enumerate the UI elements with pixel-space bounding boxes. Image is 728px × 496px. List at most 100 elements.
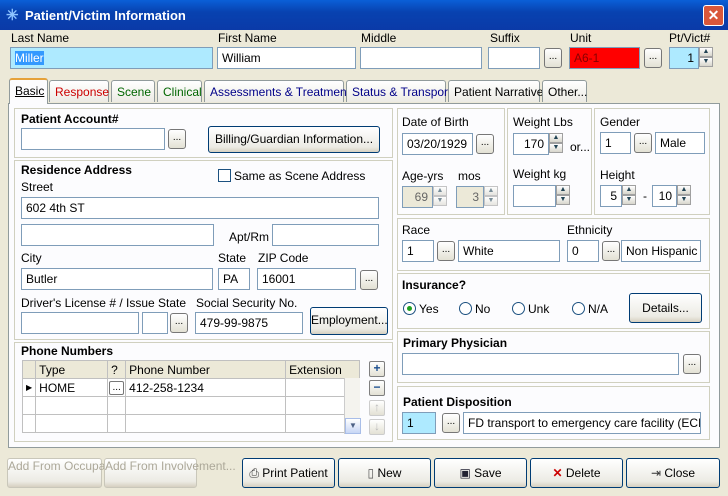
- spin-up-icon[interactable]: ▲: [556, 185, 570, 195]
- gender-lookup-button[interactable]: ...: [634, 133, 652, 153]
- height-feet-input[interactable]: 5: [600, 185, 622, 207]
- state-input[interactable]: PA: [218, 268, 250, 290]
- tab-status-transport[interactable]: Status & Transport: [346, 80, 451, 102]
- spin-down-icon[interactable]: ▼: [677, 195, 691, 205]
- disposition-value-input[interactable]: FD transport to emergency care facility …: [463, 412, 701, 434]
- ssn-input[interactable]: 479-99-9875: [195, 312, 303, 334]
- age-years-input[interactable]: 69: [402, 186, 433, 208]
- tab-patient-narrative[interactable]: Patient Narrative: [448, 80, 543, 102]
- physician-lookup-button[interactable]: ...: [683, 354, 701, 374]
- race-lookup-button[interactable]: ...: [437, 241, 455, 261]
- save-button[interactable]: ▣ Save: [434, 458, 527, 488]
- spin-down-icon[interactable]: ▼: [549, 143, 563, 153]
- tab-response[interactable]: Response: [49, 80, 109, 102]
- spin-down-icon[interactable]: ▼: [433, 196, 447, 206]
- phone-table[interactable]: Type ? Phone Number Extension ▶ HOME ...…: [21, 360, 360, 433]
- add-from-occupancy-button[interactable]: Add From Occupancy...: [7, 458, 133, 488]
- insurance-na-radio[interactable]: [572, 302, 585, 315]
- city-input[interactable]: Butler: [21, 268, 213, 290]
- dl-input[interactable]: [21, 312, 139, 334]
- dob-lookup-button[interactable]: ...: [476, 134, 494, 154]
- spin-down-icon[interactable]: ▼: [699, 57, 713, 67]
- spin-up-icon[interactable]: ▲: [622, 185, 636, 195]
- dob-input[interactable]: 03/20/1929: [402, 133, 473, 155]
- age-months-input[interactable]: 3: [456, 186, 484, 208]
- add-from-involvement-button[interactable]: Add From Involvement...: [104, 458, 236, 488]
- move-up-icon[interactable]: ↑: [369, 400, 385, 416]
- spin-up-icon[interactable]: ▲: [433, 186, 447, 196]
- delete-button[interactable]: ✕ Delete: [530, 458, 623, 488]
- tab-other[interactable]: Other...: [542, 80, 587, 102]
- suffix-input[interactable]: [488, 47, 540, 69]
- table-row[interactable]: [21, 396, 360, 415]
- race-code-input[interactable]: 1: [402, 240, 434, 262]
- insurance-yes-radio[interactable]: [403, 302, 416, 315]
- table-row[interactable]: [21, 414, 360, 433]
- weight-lbs-input[interactable]: 170: [513, 133, 549, 155]
- disposition-code-input[interactable]: 1: [402, 412, 436, 434]
- tab-basic[interactable]: Basic: [9, 78, 48, 104]
- account-input[interactable]: [21, 128, 165, 150]
- height-inches-spinner[interactable]: ▲ ▼: [677, 185, 691, 207]
- spin-down-icon[interactable]: ▼: [556, 195, 570, 205]
- age-years-spinner[interactable]: ▲ ▼: [433, 186, 447, 208]
- ptvict-spinner[interactable]: ▲ ▼: [699, 47, 713, 69]
- street2-input[interactable]: [21, 224, 214, 246]
- phone-type-lookup-button[interactable]: ...: [109, 380, 125, 395]
- billing-guardian-button[interactable]: Billing/Guardian Information...: [208, 126, 380, 153]
- remove-phone-button[interactable]: −: [369, 380, 385, 396]
- spin-up-icon[interactable]: ▲: [484, 186, 498, 196]
- zip-lookup-button[interactable]: ...: [360, 270, 378, 290]
- age-months-spinner[interactable]: ▲ ▼: [484, 186, 498, 208]
- apt-input[interactable]: [272, 224, 379, 246]
- gender-code-input[interactable]: 1: [600, 132, 631, 154]
- spin-up-icon[interactable]: ▲: [677, 185, 691, 195]
- insurance-details-button[interactable]: Details...: [629, 293, 702, 323]
- unit-input[interactable]: A6-1: [569, 47, 640, 69]
- new-button[interactable]: ▯ New: [338, 458, 431, 488]
- close-button[interactable]: ⇥ Close: [626, 458, 720, 488]
- physician-input[interactable]: [402, 353, 679, 375]
- suffix-lookup-button[interactable]: ...: [544, 48, 562, 68]
- weight-kg-input[interactable]: [513, 185, 556, 207]
- gender-value-input[interactable]: Male: [655, 132, 705, 154]
- tab-assessments[interactable]: Assessments & Treatments: [204, 80, 356, 102]
- tab-scene[interactable]: Scene: [111, 80, 155, 102]
- ethnicity-code-input[interactable]: 0: [567, 240, 599, 262]
- dl-state-lookup-button[interactable]: ...: [170, 313, 188, 333]
- ethnicity-lookup-button[interactable]: ...: [602, 241, 620, 261]
- dl-state-input[interactable]: [142, 312, 168, 334]
- weight-kg-spinner[interactable]: ▲ ▼: [556, 185, 570, 207]
- close-window-button[interactable]: ✕: [703, 5, 724, 26]
- spin-up-icon[interactable]: ▲: [699, 47, 713, 57]
- phone-table-scrollbar[interactable]: ▼: [344, 378, 361, 434]
- height-inches-input[interactable]: 10: [652, 185, 677, 207]
- ptvict-input[interactable]: 1: [669, 47, 699, 69]
- disposition-lookup-button[interactable]: ...: [442, 413, 460, 433]
- street-input[interactable]: 602 4th ST: [21, 197, 379, 219]
- ethnicity-label: Ethnicity: [567, 223, 613, 237]
- first-name-input[interactable]: William: [217, 47, 356, 69]
- weight-lbs-spinner[interactable]: ▲ ▼: [549, 133, 563, 155]
- insurance-unk-radio[interactable]: [512, 302, 525, 315]
- add-phone-button[interactable]: +: [369, 361, 385, 377]
- spin-down-icon[interactable]: ▼: [622, 195, 636, 205]
- table-row[interactable]: ▶ HOME ... 412-258-1234: [21, 378, 360, 397]
- spin-up-icon[interactable]: ▲: [549, 133, 563, 143]
- height-feet-spinner[interactable]: ▲ ▼: [622, 185, 636, 207]
- spin-down-icon[interactable]: ▼: [484, 196, 498, 206]
- ethnicity-value-input[interactable]: Non Hispanic or Latino: [621, 240, 701, 262]
- account-lookup-button[interactable]: ...: [168, 129, 186, 149]
- middle-input[interactable]: [360, 47, 482, 69]
- move-down-icon[interactable]: ↓: [369, 419, 385, 435]
- last-name-input[interactable]: Miller: [10, 47, 213, 69]
- print-patient-button[interactable]: ⎙ Print Patient: [242, 458, 335, 488]
- unit-lookup-button[interactable]: ...: [644, 48, 662, 68]
- tab-clinical[interactable]: Clinical: [157, 80, 202, 102]
- same-as-scene-checkbox[interactable]: [218, 169, 231, 182]
- zip-input[interactable]: 16001: [257, 268, 356, 290]
- race-value-input[interactable]: White: [458, 240, 560, 262]
- employment-button[interactable]: Employment...: [310, 307, 388, 335]
- insurance-no-radio[interactable]: [459, 302, 472, 315]
- scroll-down-icon[interactable]: ▼: [345, 418, 361, 434]
